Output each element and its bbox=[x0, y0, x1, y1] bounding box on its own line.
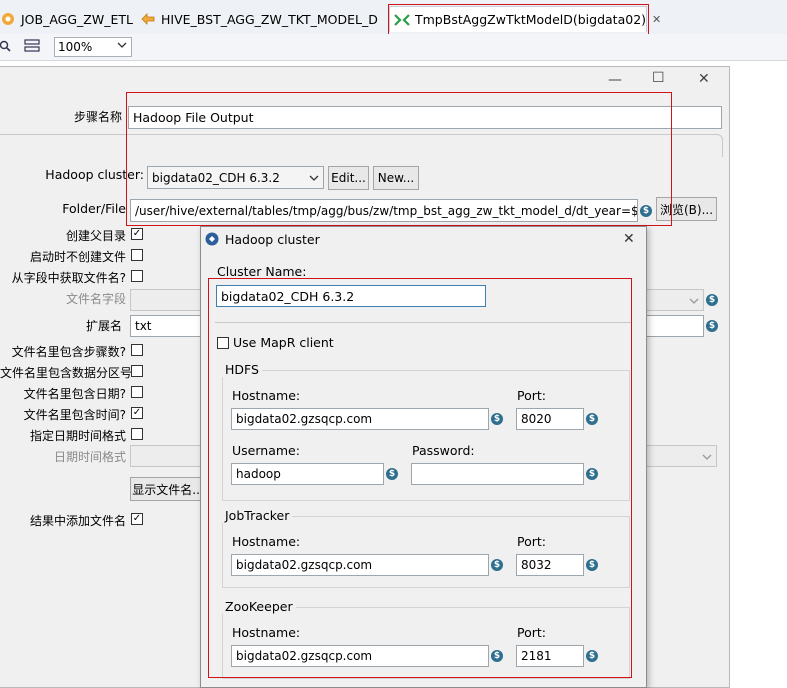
do-not-create-file-checkbox[interactable] bbox=[131, 249, 143, 261]
close-icon[interactable]: ✕ bbox=[623, 231, 635, 247]
include-stepnr-label: 文件名里包含步骤数? bbox=[11, 345, 126, 359]
hdfs-port-input[interactable]: 8020 bbox=[516, 408, 584, 430]
create-parent-folder-label: 创建父目录 bbox=[65, 229, 126, 243]
folder-file-input[interactable]: /user/hive/external/tables/tmp/agg/bus/z… bbox=[130, 199, 638, 222]
minimize-icon[interactable]: — bbox=[608, 72, 622, 88]
zoom-value: 100% bbox=[58, 40, 93, 54]
jobtracker-group bbox=[222, 516, 630, 588]
hdfs-hostname-input[interactable]: bigdata02.gzsqcp.com bbox=[231, 408, 489, 430]
tab-label: JOB_AGG_ZW_ETL bbox=[21, 11, 133, 27]
include-time-label: 文件名里包含时间? bbox=[23, 408, 126, 422]
specify-date-format-checkbox[interactable] bbox=[131, 428, 143, 440]
variable-icon[interactable]: $ bbox=[586, 413, 598, 425]
browse-button[interactable]: 浏览(B)... bbox=[656, 197, 717, 221]
variable-icon[interactable]: $ bbox=[386, 468, 398, 480]
zookeeper-group-title: ZooKeeper bbox=[222, 599, 296, 614]
close-icon[interactable]: ✕ bbox=[652, 13, 661, 26]
include-date-label: 文件名里包含日期? bbox=[23, 387, 126, 401]
do-not-create-file-label: 启动时不创建文件 bbox=[29, 250, 126, 264]
include-time-checkbox[interactable]: ✓ bbox=[131, 407, 143, 419]
transformation-icon bbox=[140, 11, 156, 27]
include-stepnr-checkbox[interactable] bbox=[131, 344, 143, 356]
variable-icon[interactable]: $ bbox=[706, 294, 718, 306]
variable-icon[interactable]: $ bbox=[491, 559, 503, 571]
jobtracker-port-input[interactable]: 8032 bbox=[516, 554, 584, 576]
use-mapr-checkbox[interactable] bbox=[217, 337, 229, 349]
variable-icon[interactable]: $ bbox=[491, 650, 503, 662]
jobtracker-hostname-input[interactable]: bigdata02.gzsqcp.com bbox=[231, 554, 489, 576]
variable-icon[interactable]: $ bbox=[586, 559, 598, 571]
variable-icon[interactable]: $ bbox=[491, 413, 503, 425]
hdfs-group-title: HDFS bbox=[222, 362, 262, 377]
tab-hive-bst-agg[interactable]: HIVE_BST_AGG_ZW_TKT_MODEL_D bbox=[140, 8, 378, 30]
variable-icon[interactable]: $ bbox=[706, 320, 718, 332]
hdfs-username-label: Username: bbox=[232, 443, 300, 458]
hdfs-hostname-label: Hostname: bbox=[232, 388, 301, 403]
date-format-label: 日期时间格式 bbox=[53, 450, 126, 464]
zookeeper-port-label: Port: bbox=[517, 625, 546, 640]
job-icon bbox=[0, 11, 16, 27]
chevron-down-icon bbox=[702, 451, 712, 465]
content-tabstrip bbox=[0, 134, 723, 157]
chevron-down-icon bbox=[689, 295, 699, 309]
filename-from-field-label: 从字段中获取文件名? bbox=[11, 271, 126, 285]
add-to-result-label: 结果中添加文件名 bbox=[29, 514, 126, 528]
include-date-checkbox[interactable] bbox=[131, 386, 143, 398]
use-mapr-label: Use MapR client bbox=[233, 335, 334, 350]
close-icon[interactable]: ✕ bbox=[698, 71, 710, 87]
maximize-icon[interactable]: ☐ bbox=[652, 70, 665, 86]
step-name-input[interactable]: Hadoop File Output bbox=[128, 106, 722, 129]
variable-icon[interactable]: $ bbox=[586, 650, 598, 662]
zookeeper-hostname-input[interactable]: bigdata02.gzsqcp.com bbox=[231, 645, 489, 667]
hdfs-password-label: Password: bbox=[412, 443, 475, 458]
add-to-result-checkbox[interactable]: ✓ bbox=[131, 513, 143, 525]
zoom-icon[interactable] bbox=[0, 39, 12, 56]
filename-field-label: 文件名字段 bbox=[65, 292, 126, 306]
hdfs-password-input[interactable] bbox=[411, 463, 584, 485]
pentaho-logo-icon bbox=[205, 232, 219, 249]
show-filename-button[interactable]: 显示文件名... bbox=[130, 477, 206, 501]
zoom-select[interactable]: 100% bbox=[54, 37, 132, 57]
hdfs-username-input[interactable]: hadoop bbox=[231, 463, 384, 485]
separator bbox=[215, 322, 631, 323]
zookeeper-hostname-label: Hostname: bbox=[232, 625, 301, 640]
jobtracker-hostname-label: Hostname: bbox=[232, 534, 301, 549]
tab-label: TmpBstAggZwTktModelD(bigdata02) bbox=[415, 12, 647, 27]
chevron-down-icon bbox=[117, 40, 127, 53]
tab-job-agg-zw-etl[interactable]: JOB_AGG_ZW_ETL bbox=[0, 8, 133, 30]
hadoop-cluster-value: bigdata02_CDH 6.3.2 bbox=[152, 170, 280, 185]
chevron-down-icon bbox=[309, 172, 319, 186]
cluster-name-label: Cluster Name: bbox=[217, 264, 307, 279]
zookeeper-port-input[interactable]: 2181 bbox=[516, 645, 584, 667]
hadoop-cluster-select[interactable]: bigdata02_CDH 6.3.2 bbox=[147, 166, 324, 189]
hdfs-port-label: Port: bbox=[517, 388, 546, 403]
create-parent-folder-checkbox[interactable]: ✓ bbox=[131, 228, 143, 240]
tab-label: HIVE_BST_AGG_ZW_TKT_MODEL_D bbox=[161, 11, 378, 27]
jobtracker-group-title: JobTracker bbox=[222, 508, 293, 523]
zookeeper-group bbox=[222, 607, 630, 679]
filename-from-field-checkbox[interactable] bbox=[131, 270, 143, 282]
transformation-icon bbox=[394, 12, 410, 28]
include-partnr-label: 文件名里包含数据分区号? bbox=[0, 366, 139, 380]
variable-icon[interactable]: $ bbox=[586, 468, 598, 480]
jobtracker-port-label: Port: bbox=[517, 534, 546, 549]
hadoop-cluster-label: Hadoop cluster: bbox=[45, 167, 144, 182]
include-partnr-checkbox[interactable] bbox=[131, 365, 143, 377]
step-name-label: 步骤名称 bbox=[73, 110, 122, 124]
layout-icon[interactable] bbox=[24, 39, 40, 56]
dialog-title: Hadoop cluster bbox=[225, 232, 320, 247]
new-cluster-button[interactable]: New... bbox=[373, 166, 419, 190]
tab-tmpbstaggzwtktmodeld[interactable]: TmpBstAggZwTktModelD(bigdata02) ✕ bbox=[389, 6, 661, 32]
edit-cluster-button[interactable]: Edit... bbox=[328, 166, 369, 190]
specify-date-format-label: 指定日期时间格式 bbox=[29, 429, 126, 443]
cluster-name-input[interactable]: bigdata02_CDH 6.3.2 bbox=[216, 285, 486, 307]
folder-file-label: Folder/File bbox=[62, 201, 126, 216]
variable-icon[interactable]: $ bbox=[640, 205, 652, 217]
extension-label: 扩展名 bbox=[85, 319, 122, 333]
